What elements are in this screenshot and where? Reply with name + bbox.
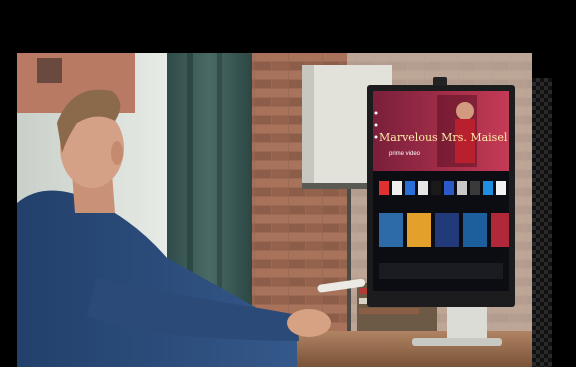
apps-icon [374, 135, 378, 139]
hero-brand: prime video [389, 151, 421, 157]
screenshot-frame: Marvelous Mrs. Maisel prime video [0, 0, 576, 367]
search-icon [374, 111, 378, 115]
photo-scene: Marvelous Mrs. Maisel prime video [17, 53, 532, 367]
hero-title: Marvelous Mrs. Maisel [379, 131, 508, 144]
home-icon [374, 123, 378, 127]
transparency-checker-strip [532, 78, 552, 367]
scene-illustration: Marvelous Mrs. Maisel prime video [17, 53, 532, 367]
